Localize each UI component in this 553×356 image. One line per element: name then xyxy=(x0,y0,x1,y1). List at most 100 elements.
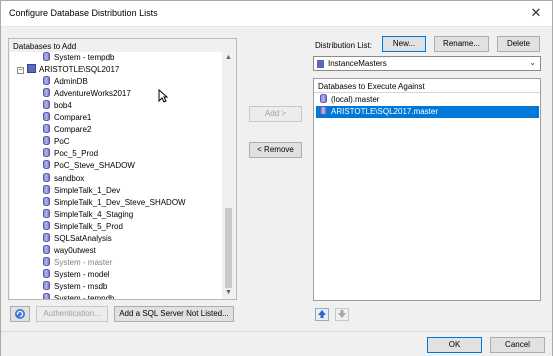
databases-to-execute-header: Databases to Execute Against xyxy=(314,79,540,93)
tree-db-item[interactable]: bob4 xyxy=(43,99,72,112)
database-icon xyxy=(43,256,50,266)
tree-db-item[interactable]: SimpleTalk_1_Dev xyxy=(43,184,120,197)
delete-button[interactable]: Delete xyxy=(497,36,540,52)
title-bar: Configure Database Distribution Lists ✕ xyxy=(1,1,552,27)
tree-db-item[interactable]: SimpleTalk_5_Prod xyxy=(43,220,123,233)
refresh-icon xyxy=(15,309,25,319)
authentication-button[interactable]: Authentication... xyxy=(36,306,108,322)
database-icon xyxy=(320,94,327,103)
database-icon xyxy=(43,208,50,218)
tree-item-label: sandbox xyxy=(54,173,85,183)
database-icon xyxy=(43,293,50,299)
dialog-footer: OK Cancel xyxy=(1,331,552,356)
arrow-up-icon xyxy=(318,310,326,318)
add-button[interactable]: Add > xyxy=(249,106,302,122)
database-icon xyxy=(43,124,50,134)
database-icon xyxy=(43,232,50,242)
database-icon xyxy=(43,100,50,110)
configure-dialog: Configure Database Distribution Lists ✕ … xyxy=(0,0,553,356)
tree-db-item[interactable]: System - msdb xyxy=(43,280,107,293)
cancel-button[interactable]: Cancel xyxy=(490,337,545,353)
server-icon xyxy=(27,64,36,74)
rename-button[interactable]: Rename... xyxy=(434,36,489,52)
database-icon xyxy=(43,76,50,86)
distribution-list-label: Distribution List: xyxy=(315,41,372,50)
arrow-down-icon xyxy=(338,310,346,318)
tree-db-item[interactable]: PoC xyxy=(43,135,70,148)
tree-item-label: System - msdb xyxy=(54,281,108,291)
tree-item-label: System - model xyxy=(54,269,110,279)
tree-db-item[interactable]: SimpleTalk_1_Dev_Steve_SHADOW xyxy=(43,196,186,209)
scroll-up-icon[interactable]: ▲ xyxy=(222,52,235,64)
tree-db-item[interactable]: Compare1 xyxy=(43,111,91,124)
database-icon xyxy=(43,52,50,61)
tree-item-label: way0utwest xyxy=(54,245,96,255)
databases-to-add-panel: Databases to Add System - tempdb − ARISTOT… xyxy=(8,38,237,300)
tree-db-item[interactable]: System - model xyxy=(43,268,110,281)
distribution-list-select[interactable]: InstanceMasters ⌄ xyxy=(313,56,541,71)
close-icon[interactable]: ✕ xyxy=(528,5,544,21)
new-button[interactable]: New... xyxy=(382,36,426,52)
tree-db-item[interactable]: PoC_Steve_SHADOW xyxy=(43,159,135,172)
database-icon xyxy=(43,220,50,230)
database-icon xyxy=(43,184,50,194)
databases-to-execute-panel: Databases to Execute Against (local).mas… xyxy=(313,78,541,301)
server-icon xyxy=(317,60,324,68)
tree-item-label: Compare1 xyxy=(54,113,92,123)
database-icon xyxy=(43,172,50,182)
tree-item-label: AdventureWorks2017 xyxy=(54,89,131,99)
add-sql-server-button[interactable]: Add a SQL Server Not Listed... xyxy=(114,306,234,322)
database-icon xyxy=(43,196,50,206)
execute-list-label: (local).master xyxy=(331,95,380,104)
tree-item-label: Compare2 xyxy=(54,125,92,135)
tree-db-item[interactable]: AdventureWorks2017 xyxy=(43,87,131,100)
database-icon xyxy=(43,88,50,98)
mouse-cursor-icon xyxy=(158,89,168,103)
tree-item-label: SQLSatAnalysis xyxy=(54,233,112,243)
execute-list-item[interactable]: ARISTOTLE\SQL2017.master xyxy=(316,106,539,118)
scroll-down-icon[interactable]: ▼ xyxy=(222,287,235,299)
move-down-button[interactable] xyxy=(335,308,349,321)
ok-button[interactable]: OK xyxy=(427,337,482,353)
tree-db-item[interactable]: AdminDB xyxy=(43,75,88,88)
tree-db-item[interactable]: Compare2 xyxy=(43,123,91,136)
database-icon xyxy=(43,136,50,146)
execute-list-item[interactable]: (local).master xyxy=(316,94,539,106)
execute-list-label: ARISTOTLE\SQL2017.master xyxy=(331,107,439,116)
tree-item-label: PoC_Steve_SHADOW xyxy=(54,161,135,171)
tree-item-label: System - master xyxy=(54,257,113,267)
window-title: Configure Database Distribution Lists xyxy=(9,8,158,18)
tree-db-item[interactable]: way0utwest xyxy=(43,244,96,257)
tree-db-item[interactable]: System - master xyxy=(43,256,112,269)
tree-db-item[interactable]: Poc_5_Prod xyxy=(43,147,98,160)
tree-item-label: PoC xyxy=(54,137,70,147)
remove-button[interactable]: < Remove xyxy=(249,142,302,158)
database-tree[interactable]: System - tempdb − ARISTOTLE\SQL2017 AdminDB… xyxy=(10,52,223,299)
move-up-button[interactable] xyxy=(315,308,329,321)
database-icon xyxy=(43,148,50,158)
tree-db-item[interactable]: System - tempdb xyxy=(43,292,114,299)
tree-item-label: SimpleTalk_5_Prod xyxy=(54,221,123,231)
tree-db-item[interactable]: SimpleTalk_4_Staging xyxy=(43,208,133,221)
tree-scrollbar[interactable]: ▲ ▼ xyxy=(222,52,235,299)
tree-item-label: SimpleTalk_1_Dev xyxy=(54,185,121,195)
tree-item-label: SimpleTalk_4_Staging xyxy=(54,209,134,219)
collapse-icon[interactable]: − xyxy=(17,67,24,75)
tree-item-label: ARISTOTLE\SQL2017 xyxy=(39,65,120,75)
tree-item-label: bob4 xyxy=(54,101,72,111)
chevron-down-icon[interactable]: ⌄ xyxy=(529,58,536,67)
tree-item-label: System - tempdb xyxy=(54,294,115,299)
tree-db-item[interactable]: sandbox xyxy=(43,172,84,185)
refresh-button[interactable] xyxy=(10,306,30,322)
tree-db-item[interactable]: SQLSatAnalysis xyxy=(43,232,112,245)
database-icon xyxy=(320,106,327,115)
tree-server-node[interactable]: − ARISTOTLE\SQL2017 xyxy=(17,63,119,76)
database-icon xyxy=(43,244,50,254)
scroll-thumb[interactable] xyxy=(225,208,232,288)
database-icon xyxy=(43,268,50,278)
distribution-list-value: InstanceMasters xyxy=(328,59,387,68)
tree-item-label: System - tempdb xyxy=(54,53,115,62)
tree-item-label: SimpleTalk_1_Dev_Steve_SHADOW xyxy=(54,197,186,207)
database-icon xyxy=(43,160,50,170)
tree-item-label: AdminDB xyxy=(54,77,88,87)
